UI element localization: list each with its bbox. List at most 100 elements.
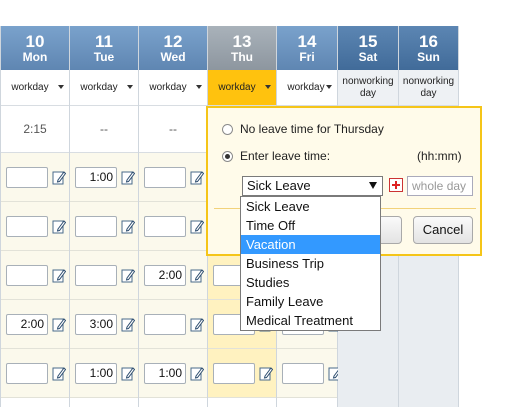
time-cell: 2:00 xyxy=(139,251,207,300)
hours-input[interactable] xyxy=(282,363,324,384)
edit-note-icon[interactable] xyxy=(121,170,135,185)
hours-input[interactable] xyxy=(6,216,48,237)
time-cell xyxy=(208,349,276,398)
cancel-button[interactable]: Cancel xyxy=(413,216,473,244)
hours-input[interactable] xyxy=(6,363,48,384)
day-number: 11 xyxy=(95,32,113,51)
edit-note-icon[interactable] xyxy=(52,219,66,234)
edit-note-icon[interactable] xyxy=(190,170,204,185)
edit-note-icon[interactable] xyxy=(52,170,66,185)
time-cell xyxy=(1,202,69,251)
day-type-label: workday xyxy=(149,82,187,93)
hours-input[interactable]: 1:00 xyxy=(75,363,117,384)
time-cell xyxy=(1,153,69,202)
day-type-label: workday xyxy=(11,82,49,93)
time-cell xyxy=(70,251,138,300)
day-number: 16 xyxy=(419,32,438,51)
day-name: Wed xyxy=(160,50,186,64)
day-header[interactable]: 10 Mon xyxy=(1,26,69,70)
day-type-select[interactable]: workday xyxy=(277,70,337,106)
leave-hours-input[interactable]: whole day xyxy=(407,176,473,196)
leave-type-selected: Sick Leave xyxy=(247,178,311,193)
hours-input[interactable]: 2:00 xyxy=(144,265,186,286)
hours-input[interactable] xyxy=(213,363,255,384)
day-column: 12 Wed workday -- 2:00 1:00 xyxy=(139,26,208,407)
day-total: -- xyxy=(70,106,138,153)
day-name: Tue xyxy=(93,50,115,64)
enter-leave-label: Enter leave time: xyxy=(240,149,331,163)
hours-input[interactable] xyxy=(6,265,48,286)
caret-down-icon xyxy=(58,85,64,89)
day-number: 13 xyxy=(232,32,252,51)
time-cell xyxy=(277,349,342,398)
leave-type-option[interactable]: Time Off xyxy=(241,216,380,235)
hours-input[interactable]: 1:00 xyxy=(75,167,117,188)
hours-input[interactable] xyxy=(144,216,186,237)
no-leave-label: No leave time for Thursday xyxy=(240,122,384,136)
hours-input[interactable] xyxy=(75,216,117,237)
time-cell xyxy=(399,251,458,300)
leave-type-option[interactable]: Sick Leave xyxy=(241,197,380,216)
day-total: 2:15 xyxy=(1,106,69,153)
hours-input[interactable] xyxy=(144,167,186,188)
leave-type-option[interactable]: Studies xyxy=(241,273,380,292)
day-type-select[interactable]: workday xyxy=(139,70,207,106)
caret-down-icon xyxy=(127,85,133,89)
caret-down-icon xyxy=(326,85,332,89)
edit-note-icon[interactable] xyxy=(121,366,135,381)
day-header[interactable]: 14 Fri xyxy=(277,26,337,70)
day-number: 10 xyxy=(25,32,45,51)
hours-input[interactable] xyxy=(6,167,48,188)
add-leave-icon[interactable] xyxy=(389,178,403,192)
time-cell xyxy=(1,349,69,398)
day-column: 10 Mon workday 2:15 2:00 xyxy=(1,26,70,407)
edit-note-icon[interactable] xyxy=(121,268,135,283)
edit-note-icon[interactable] xyxy=(190,366,204,381)
edit-note-icon[interactable] xyxy=(121,219,135,234)
day-type-label: nonworking day xyxy=(402,76,455,99)
leave-type-option[interactable]: Family Leave xyxy=(241,292,380,311)
enter-leave-radio[interactable] xyxy=(222,151,233,162)
edit-note-icon[interactable] xyxy=(259,366,273,381)
edit-note-icon[interactable] xyxy=(190,317,204,332)
day-header[interactable]: 12 Wed xyxy=(139,26,207,70)
edit-note-icon[interactable] xyxy=(52,317,66,332)
day-total: -- xyxy=(139,106,207,153)
hours-input[interactable]: 3:00 xyxy=(75,314,117,335)
no-leave-radio[interactable] xyxy=(222,124,233,135)
leave-type-option[interactable]: Medical Treatment xyxy=(241,311,380,330)
day-header[interactable]: 13 Thu xyxy=(208,26,276,70)
day-header[interactable]: 15 Sat xyxy=(338,26,398,70)
time-cell xyxy=(139,300,207,349)
edit-note-icon[interactable] xyxy=(52,366,66,381)
time-cell: 3:00 xyxy=(70,300,138,349)
day-name: Sat xyxy=(358,50,378,64)
hours-input[interactable]: 1:00 xyxy=(144,363,186,384)
day-type-select[interactable]: workday xyxy=(208,70,276,106)
time-cell: 1:00 xyxy=(139,349,207,398)
day-header[interactable]: 16 Sun xyxy=(399,26,458,70)
time-cell xyxy=(139,153,207,202)
hours-input[interactable] xyxy=(144,314,186,335)
time-cell xyxy=(1,251,69,300)
hours-input[interactable]: 2:00 xyxy=(6,314,48,335)
time-cell xyxy=(399,300,458,349)
day-header[interactable]: 11 Tue xyxy=(70,26,138,70)
leave-type-option[interactable]: Business Trip xyxy=(241,254,380,273)
day-name: Fri xyxy=(299,50,315,64)
day-type-select[interactable]: workday xyxy=(70,70,138,106)
hours-input[interactable] xyxy=(75,265,117,286)
edit-note-icon[interactable] xyxy=(121,317,135,332)
edit-note-icon[interactable] xyxy=(190,268,204,283)
edit-note-icon[interactable] xyxy=(190,219,204,234)
day-name: Thu xyxy=(231,50,253,64)
caret-down-icon xyxy=(265,85,271,89)
chevron-down-icon xyxy=(369,182,377,189)
day-type-select[interactable]: workday xyxy=(1,70,69,106)
leave-type-select[interactable]: Sick Leave xyxy=(242,176,383,196)
edit-note-icon[interactable] xyxy=(52,268,66,283)
time-cell: 1:00 xyxy=(70,153,138,202)
time-cell xyxy=(139,202,207,251)
leave-type-option[interactable]: Vacation xyxy=(241,235,380,254)
timesheet-screen: 10 Mon workday 2:15 2:00 11 Tue workday -- 1:00 3:… xyxy=(0,0,510,407)
